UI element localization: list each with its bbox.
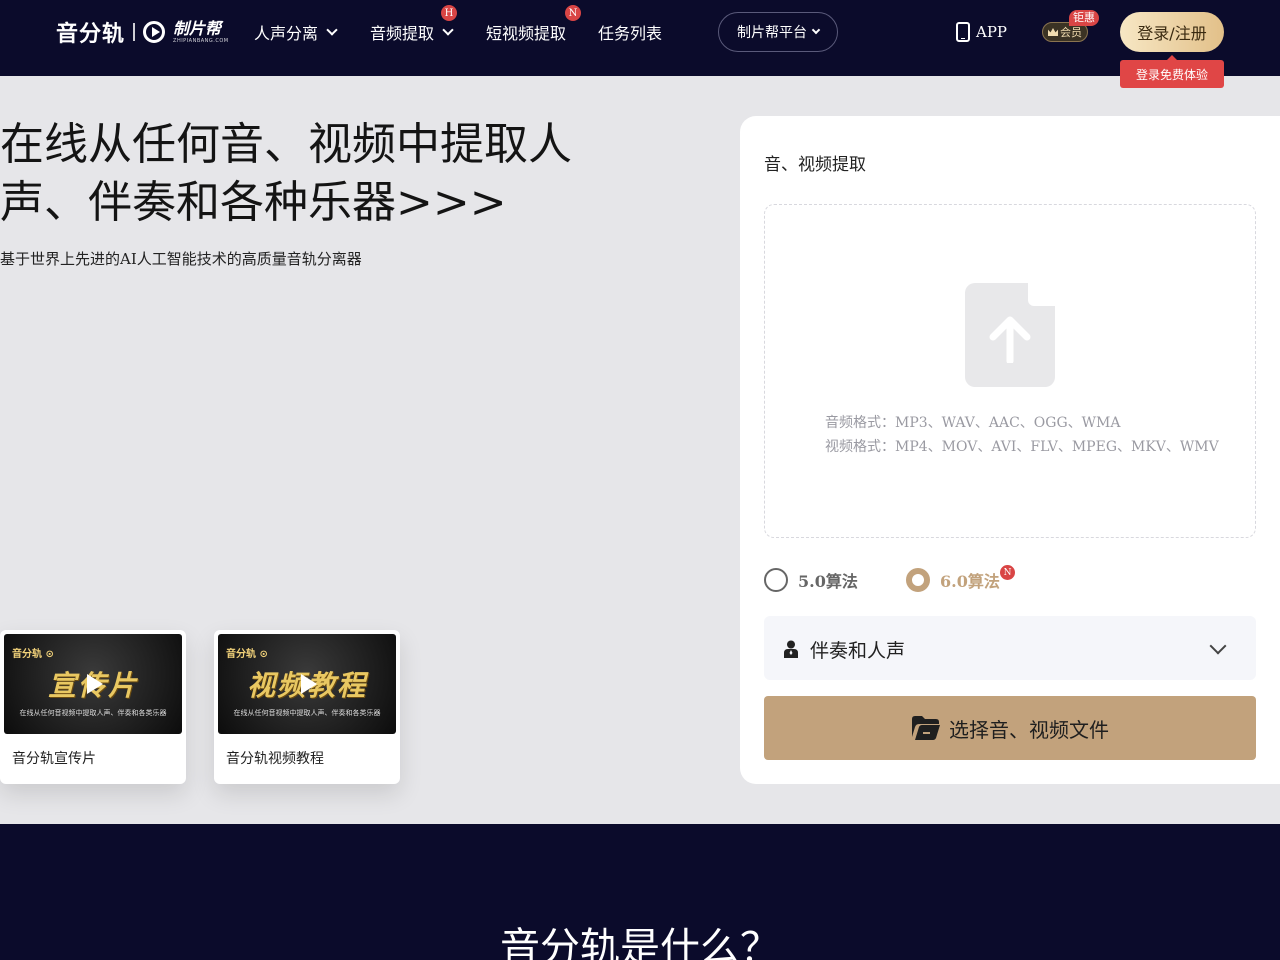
play-circle-icon	[143, 21, 166, 43]
video-caption: 音分轨宣传片	[12, 751, 96, 767]
discount-tag: 钜惠	[1069, 10, 1099, 26]
radio-circle-selected	[906, 568, 930, 592]
site-logo[interactable]: 音分轨 制片帮 ZHIPIANBANG.COM	[56, 18, 229, 47]
hot-badge: H	[441, 5, 457, 21]
nav-short-video-extract[interactable]: 短视频提取	[486, 20, 566, 44]
logo-sub-main: 制片帮	[173, 18, 222, 38]
new-badge: N	[1000, 565, 1015, 580]
thumb-tagline: 在线从任何音视频中提取人声、伴奏和各类乐器	[233, 709, 381, 717]
logo-sub: 制片帮 ZHIPIANBANG.COM	[173, 18, 229, 44]
chevron-down-icon	[326, 24, 338, 36]
file-dropzone[interactable]: 音频格式：MP3、WAV、AAC、OGG、WMA 视频格式：MP4、MOV、AV…	[764, 204, 1256, 538]
top-navbar: 音分轨 制片帮 ZHIPIANBANG.COM 人声分离 音频提取 H 短视频提…	[0, 0, 1280, 76]
video-card-tutorial[interactable]: 音分轨 ⊙ 视频教程 在线从任何音视频中提取人声、伴奏和各类乐器 音分轨视频教程	[214, 630, 400, 784]
thumb-logo: 音分轨 ⊙	[12, 649, 54, 660]
nav-label: 任务列表	[598, 24, 663, 43]
phone-icon	[956, 22, 970, 42]
radio-label: 5.0算法	[798, 572, 858, 591]
thumb-logo: 音分轨 ⊙	[226, 649, 268, 660]
nav-label: 人声分离	[254, 24, 319, 43]
chevron-down-icon	[811, 25, 821, 35]
logo-sub-small: ZHIPIANBANG.COM	[173, 37, 229, 44]
nav-task-list[interactable]: 任务列表	[598, 20, 662, 44]
intro-section: 音分轨是什么？	[0, 824, 1280, 960]
video-thumbnail[interactable]: 音分轨 ⊙ 视频教程 在线从任何音视频中提取人声、伴奏和各类乐器	[218, 634, 396, 734]
hero-subtitle: 基于世界上先进的AI人工智能技术的高质量音轨分离器	[0, 250, 362, 268]
separation-mode-select[interactable]: 伴奏和人声	[764, 616, 1256, 680]
login-tip-tooltip: 登录免费体验	[1120, 55, 1224, 88]
select-value: 伴奏和人声	[810, 640, 906, 662]
video-formats: 视频格式：MP4、MOV、AVI、FLV、MPEG、MKV、WMV	[825, 439, 1219, 455]
nav-label: 短视频提取	[486, 24, 567, 43]
choose-file-button[interactable]: 选择音、视频文件	[764, 696, 1256, 760]
audio-formats: 音频格式：MP3、WAV、AAC、OGG、WMA	[825, 415, 1121, 431]
extract-panel: 音、视频提取 音频格式：MP3、WAV、AAC、OGG、WMA 视频格式：MP4…	[740, 116, 1280, 784]
video-caption: 音分轨视频教程	[226, 751, 324, 767]
person-icon	[784, 640, 798, 658]
supported-formats: 音频格式：MP3、WAV、AAC、OGG、WMA 视频格式：MP4、MOV、AV…	[825, 411, 1219, 459]
new-badge: N	[565, 5, 581, 21]
app-label: APP	[976, 23, 1008, 41]
platform-label: 制片帮平台	[737, 25, 807, 41]
chevron-down-icon	[442, 24, 454, 36]
chevron-down-icon	[1209, 637, 1227, 655]
nav-label: 音频提取	[370, 24, 435, 43]
logo-text: 音分轨	[56, 22, 126, 47]
panel-title: 音、视频提取	[764, 155, 866, 175]
nav-audio-extract[interactable]: 音频提取	[370, 20, 454, 44]
file-fold	[1028, 283, 1055, 306]
upload-arrow-icon	[989, 316, 1031, 363]
platform-dropdown-button[interactable]: 制片帮平台	[718, 12, 838, 52]
play-icon[interactable]	[87, 674, 103, 694]
video-card-promo[interactable]: 音分轨 ⊙ 宣传片 在线从任何音视频中提取人声、伴奏和各类乐器 音分轨宣传片	[0, 630, 186, 784]
radio-label: 6.0算法	[940, 572, 1000, 591]
vip-label: 会员	[1060, 26, 1082, 39]
app-download-link[interactable]: APP	[956, 20, 1007, 44]
thumb-tagline: 在线从任何音视频中提取人声、伴奏和各类乐器	[19, 709, 167, 717]
folder-open-icon	[912, 716, 940, 740]
nav-voice-separation[interactable]: 人声分离	[254, 20, 338, 44]
radio-circle	[764, 568, 788, 592]
choose-file-label: 选择音、视频文件	[949, 717, 1109, 742]
algorithm-6-radio[interactable]: 6.0算法	[906, 568, 1000, 592]
hero-title: 在线从任何音、视频中提取人声、伴奏和各种乐器>>>	[0, 119, 572, 228]
login-register-button[interactable]: 登录/注册	[1120, 12, 1224, 52]
crown-icon	[1048, 28, 1058, 36]
section-title: 音分轨是什么？	[500, 925, 780, 960]
algorithm-5-radio[interactable]: 5.0算法	[764, 568, 858, 592]
video-thumbnail[interactable]: 音分轨 ⊙ 宣传片 在线从任何音视频中提取人声、伴奏和各类乐器	[4, 634, 182, 734]
logo-divider	[133, 23, 136, 41]
play-icon[interactable]	[301, 674, 317, 694]
